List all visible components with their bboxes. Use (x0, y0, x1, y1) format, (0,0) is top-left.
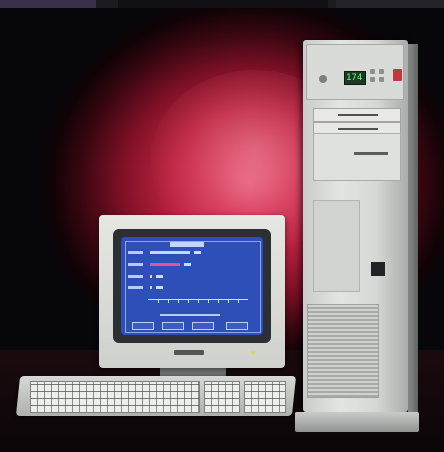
lcd-display: 174 (344, 71, 366, 85)
screen-window (125, 241, 261, 333)
panel-button (370, 69, 375, 74)
ventilation-grille (307, 304, 379, 398)
panel-button (379, 69, 384, 74)
front-panel-door (313, 200, 360, 292)
screen-button (132, 322, 154, 330)
screen-button (162, 322, 184, 330)
main-key-block (30, 381, 200, 413)
screen-button (226, 322, 248, 330)
drive-bay (313, 133, 401, 181)
screen-titlebar (170, 242, 204, 247)
tower-control-panel: 174 (306, 44, 404, 100)
logo-badge (371, 262, 385, 276)
navigation-key-block (204, 381, 240, 413)
floppy-drive-bay (313, 108, 401, 122)
power-led-icon (251, 351, 255, 354)
monitor-screen (121, 237, 263, 335)
product-photo: 174 (0, 0, 444, 452)
monitor-bezel (113, 229, 271, 343)
panel-button (379, 77, 384, 82)
panel-button (370, 77, 375, 82)
lcd-readout: 174 (346, 73, 363, 83)
keyboard (15, 376, 297, 416)
power-knob (319, 75, 327, 83)
screen-row (126, 275, 256, 279)
top-image-strip (0, 0, 444, 8)
tower-computer: 174 (295, 40, 419, 432)
monitor-nameplate (174, 350, 204, 355)
screen-row (126, 251, 256, 255)
tower-side-panel (408, 44, 418, 412)
numeric-keypad (244, 381, 286, 413)
crt-monitor (99, 215, 285, 368)
screen-row (126, 286, 256, 290)
screen-row (126, 263, 256, 267)
screen-button (192, 322, 214, 330)
tower-base (295, 412, 419, 432)
key-lock-icon (393, 69, 402, 81)
screen-status-line (160, 314, 220, 316)
